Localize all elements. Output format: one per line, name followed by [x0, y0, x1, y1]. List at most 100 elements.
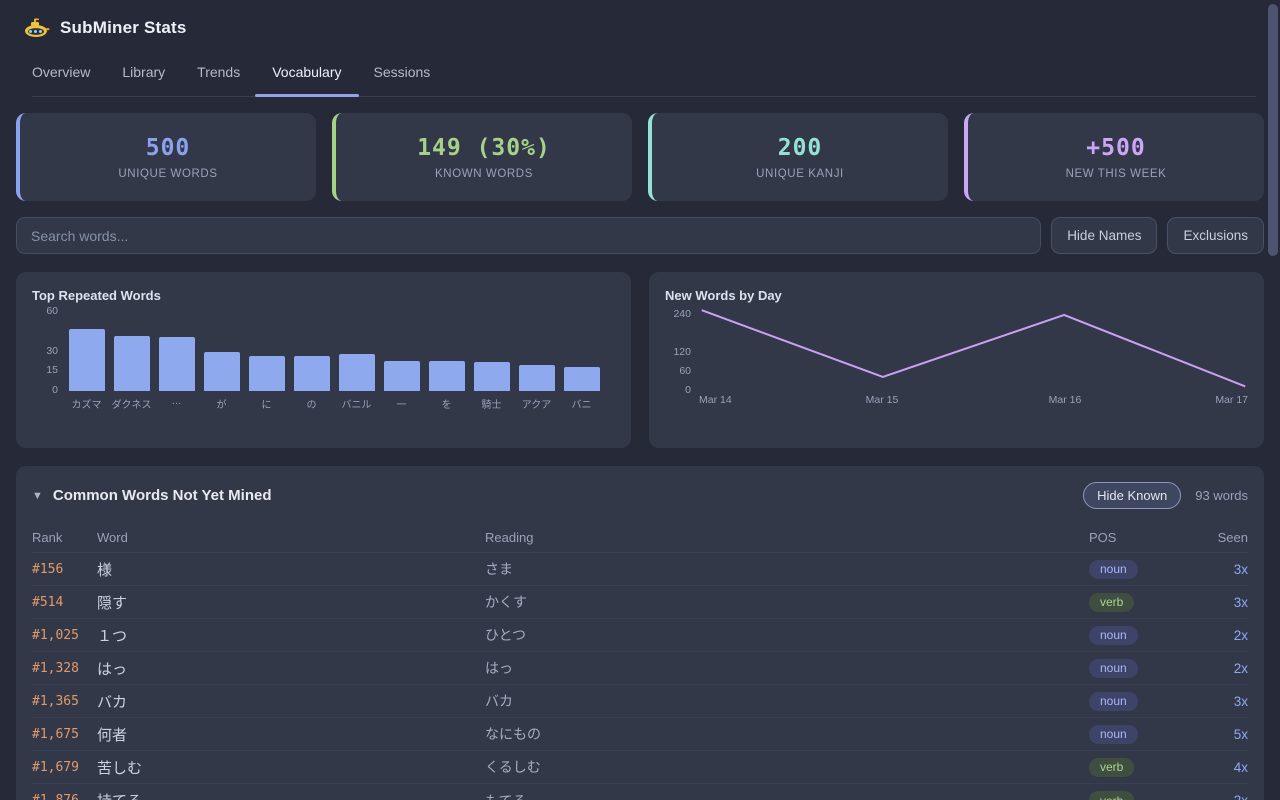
- bar-column: バニ: [563, 367, 600, 409]
- stat-value: 200: [778, 135, 823, 161]
- column-header-rank: Rank: [32, 530, 97, 545]
- y-tick-label: 0: [52, 384, 58, 396]
- bar: [519, 365, 555, 391]
- bar: [294, 356, 330, 391]
- bar: [429, 361, 465, 391]
- bar: [204, 352, 240, 391]
- section-title: Common Words Not Yet Mined: [53, 487, 272, 504]
- pos-badge: verb: [1089, 758, 1134, 777]
- x-tick-label: Mar 14: [699, 394, 732, 406]
- y-tick-label: 0: [685, 384, 691, 396]
- bar: [249, 356, 285, 391]
- bar: [159, 337, 195, 391]
- stat-value: 500: [146, 135, 191, 161]
- x-tick-label: Mar 17: [1215, 394, 1248, 406]
- table-row[interactable]: #1,328 はっ はっ noun 2x: [32, 652, 1248, 685]
- bar-column: ダクネス: [113, 336, 150, 409]
- column-header-reading: Reading: [485, 530, 1089, 545]
- pos-badge: noun: [1089, 560, 1138, 579]
- bar-chart-y-axis: 0 15 30 60: [32, 307, 66, 409]
- hide-known-button[interactable]: Hide Known: [1083, 482, 1181, 509]
- table-row[interactable]: #1,679 苦しむ くるしむ verb 4x: [32, 751, 1248, 784]
- bar-chart-title: Top Repeated Words: [32, 288, 615, 303]
- scrollbar-thumb[interactable]: [1268, 4, 1278, 256]
- table-row[interactable]: #1,876 持てる もてる verb 2x: [32, 784, 1248, 800]
- stats-row: 500 UNIQUE WORDS 149 (30%) KNOWN WORDS 2…: [16, 113, 1264, 201]
- tab-trends[interactable]: Trends: [197, 64, 240, 96]
- y-tick-label: 240: [673, 308, 691, 320]
- table-row[interactable]: #1,675 何者 なにもの noun 5x: [32, 718, 1248, 751]
- scrollbar: [1266, 0, 1280, 800]
- table-row[interactable]: #156 様 さま noun 3x: [32, 553, 1248, 586]
- bar-category-label: 騎士: [482, 396, 502, 409]
- bar-chart-plot: カズマダクネス…がにのバニル一を騎士アクアバニ: [66, 307, 615, 409]
- bar: [384, 361, 420, 391]
- stat-label: NEW THIS WEEK: [1066, 168, 1167, 180]
- pos-badge: verb: [1089, 791, 1134, 800]
- tab-library[interactable]: Library: [122, 64, 165, 96]
- line-chart-x-axis: Mar 14Mar 15Mar 16Mar 17: [699, 394, 1248, 410]
- bar-column: を: [428, 361, 465, 409]
- charts-row: Top Repeated Words 0153060 カズマダクネス…がにのバニ…: [16, 272, 1264, 448]
- bar-category-label: バニル: [342, 396, 372, 409]
- stat-value: 149 (30%): [417, 135, 551, 161]
- bar-column: の: [293, 356, 330, 409]
- column-header-pos: POS: [1089, 530, 1199, 545]
- bar-column: バニル: [338, 354, 375, 409]
- stat-value: +500: [1086, 135, 1145, 161]
- bar: [114, 336, 150, 391]
- table-row[interactable]: #1,025 １つ ひとつ noun 2x: [32, 619, 1248, 652]
- y-tick-label: 120: [673, 346, 691, 358]
- word-count-label: 93 words: [1195, 488, 1248, 503]
- bar: [339, 354, 375, 391]
- x-tick-label: Mar 16: [1049, 394, 1082, 406]
- line-chart-plot: Mar 14Mar 15Mar 16Mar 17: [699, 307, 1248, 410]
- y-tick-label: 60: [46, 305, 58, 317]
- table-column-headers: Rank Word Reading POS Seen: [32, 523, 1248, 553]
- bar-category-label: カズマ: [72, 396, 102, 409]
- stat-card-known-words: 149 (30%) KNOWN WORDS: [332, 113, 632, 201]
- pos-badge: noun: [1089, 725, 1138, 744]
- tab-vocabulary[interactable]: Vocabulary: [272, 64, 341, 96]
- bar-column: が: [203, 352, 240, 409]
- pos-badge: noun: [1089, 626, 1138, 645]
- bar-column: に: [248, 356, 285, 409]
- line-series: [699, 307, 1248, 391]
- bar: [474, 362, 510, 391]
- page-title: SubMiner Stats: [60, 18, 187, 38]
- bar-category-label: を: [442, 396, 452, 409]
- bar-column: 一: [383, 361, 420, 409]
- y-tick-label: 60: [679, 365, 691, 377]
- bar-column: アクア: [518, 365, 555, 409]
- bar-category-label: が: [217, 396, 227, 409]
- column-header-seen: Seen: [1199, 530, 1248, 545]
- bar: [69, 329, 105, 391]
- bar-category-label: 一: [397, 396, 407, 409]
- bar-category-label: アクア: [522, 396, 552, 409]
- tab-sessions[interactable]: Sessions: [374, 64, 431, 96]
- tab-overview[interactable]: Overview: [32, 64, 90, 96]
- table-row[interactable]: #1,365 バカ バカ noun 3x: [32, 685, 1248, 718]
- search-row: Hide Names Exclusions: [16, 217, 1264, 254]
- stat-label: UNIQUE KANJI: [756, 168, 844, 180]
- table-row[interactable]: #514 隠す かくす verb 3x: [32, 586, 1248, 619]
- bar-category-label: バニ: [572, 396, 592, 409]
- line-chart-card: New Words by Day 060120240 Mar 14Mar 15M…: [649, 272, 1264, 448]
- search-input[interactable]: [16, 217, 1041, 254]
- stat-label: KNOWN WORDS: [435, 168, 533, 180]
- bar-column: 騎士: [473, 362, 510, 409]
- exclusions-button[interactable]: Exclusions: [1167, 217, 1264, 254]
- bar-category-label: の: [307, 396, 317, 409]
- pos-badge: verb: [1089, 593, 1134, 612]
- line-chart-title: New Words by Day: [665, 288, 1248, 303]
- header: SubMiner Stats Overview Library Trends V…: [0, 0, 1280, 97]
- bar-category-label: ダクネス: [112, 396, 152, 409]
- collapse-section-icon[interactable]: ▼: [32, 490, 43, 502]
- y-tick-label: 15: [46, 364, 58, 376]
- y-tick-label: 30: [46, 345, 58, 357]
- tab-bar: Overview Library Trends Vocabulary Sessi…: [32, 64, 1256, 97]
- stat-card-unique-kanji: 200 UNIQUE KANJI: [648, 113, 948, 201]
- pos-badge: noun: [1089, 659, 1138, 678]
- hide-names-button[interactable]: Hide Names: [1051, 217, 1157, 254]
- stat-card-new-this-week: +500 NEW THIS WEEK: [964, 113, 1264, 201]
